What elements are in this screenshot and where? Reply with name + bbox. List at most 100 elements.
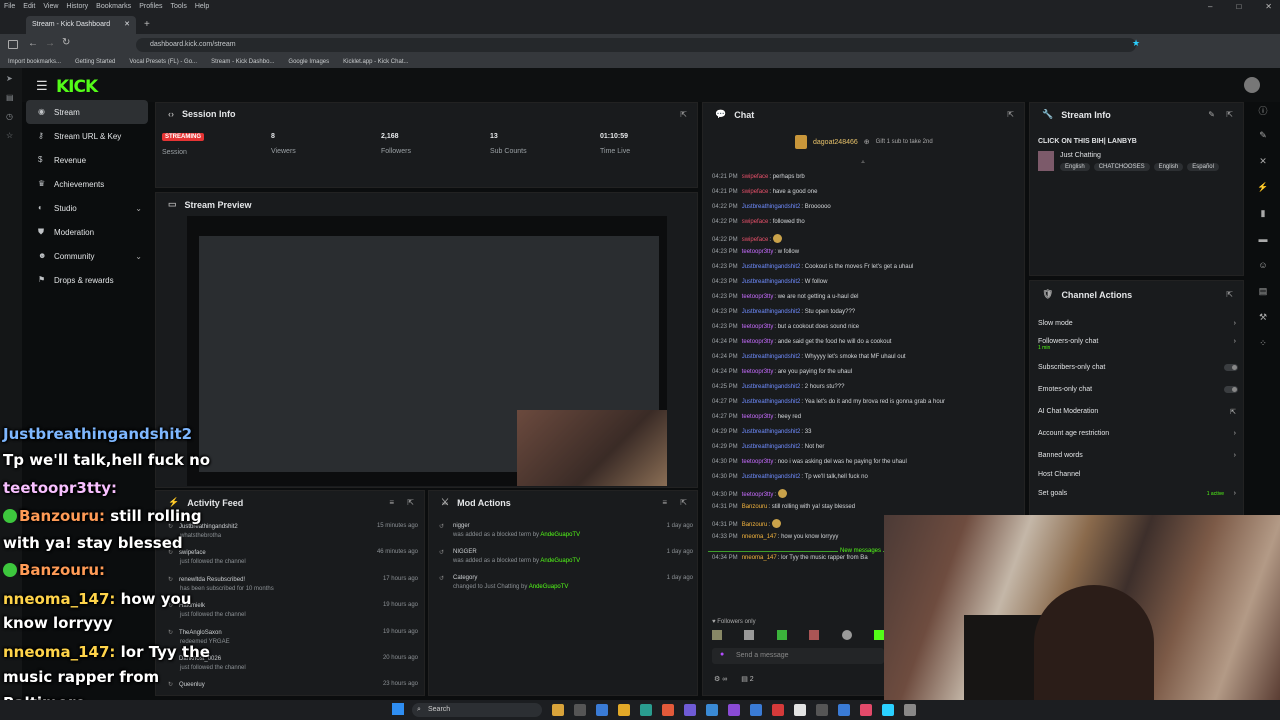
chat-username[interactable]: teetoopr3tty	[742, 492, 774, 498]
more-icon[interactable]: ⁘	[1257, 338, 1269, 350]
sidebar-item-drops-rewards[interactable]: ⚑ Drops & rewards	[22, 268, 152, 292]
chat-username[interactable]: teetoopr3tty	[742, 369, 774, 375]
bookmark-icon[interactable]: ▤	[6, 93, 16, 103]
stream-preview-video[interactable]	[187, 216, 667, 486]
chat-username[interactable]: Banzouru	[742, 504, 768, 510]
chat-username[interactable]: swipeface	[742, 219, 769, 225]
user-icon[interactable]: ☺	[1257, 260, 1269, 272]
pencil-icon[interactable]: ✎	[1257, 130, 1269, 142]
activity-row[interactable]: ↻ swipeface 46 minutes ago just followed th…	[168, 549, 418, 565]
chat-message[interactable]: 04:23 PM Justbreathingandshit2: W follow	[712, 279, 827, 285]
menu-item[interactable]: View	[43, 3, 58, 10]
chat-message[interactable]: 04:30 PM teetoopr3tty: noo i was asking d…	[712, 459, 907, 465]
taskbar-app-icon[interactable]	[728, 704, 740, 716]
taskbar-app-icon[interactable]	[662, 704, 674, 716]
settings-icon[interactable]: ⚙ ∞	[714, 675, 727, 683]
star-icon[interactable]: ★	[1132, 38, 1140, 49]
taskbar-app-icon[interactable]	[706, 704, 718, 716]
pin-icon[interactable]: ⩡	[861, 159, 865, 167]
chevron-down-icon[interactable]: ⌄	[135, 252, 142, 261]
popout-icon[interactable]: ⇱	[1226, 290, 1233, 299]
chat-username[interactable]: Justbreathingandshit2	[742, 384, 801, 390]
channel-action-ai-chat-moderation[interactable]: AI Chat Moderation ⇱	[1038, 408, 1238, 416]
reload-icon[interactable]: ↻	[62, 37, 70, 48]
chat-message[interactable]: 04:21 PM swipeface: have a good one	[712, 189, 817, 195]
mod-action-row[interactable]: ↺ nigger 1 day ago was added as a blocked t…	[439, 523, 693, 538]
taskbar-app-icon[interactable]	[596, 704, 608, 716]
tag-chip[interactable]: English	[1060, 163, 1090, 171]
arrow-icon[interactable]: ➤	[6, 74, 16, 84]
bookmark-item[interactable]: Stream - Kick Dashbo...	[211, 59, 274, 65]
chat-username[interactable]: nneoma_147	[742, 534, 777, 540]
chat-message[interactable]: 04:34 PM nneoma_147: lor Tyy the music ra…	[712, 555, 868, 561]
bookmark-item[interactable]: Vocal Presets (FL) - Go...	[129, 59, 197, 65]
chat-username[interactable]: nneoma_147	[742, 555, 777, 561]
chat-message[interactable]: 04:22 PM swipeface:	[712, 234, 782, 243]
popout-icon[interactable]: ⇱	[1007, 110, 1014, 119]
toggle-switch[interactable]	[1224, 364, 1238, 371]
moderator-link[interactable]: AndeGuapoTV	[529, 584, 569, 590]
channel-action-set-goals[interactable]: Set goals 1 active ›	[1038, 490, 1238, 497]
forward-icon[interactable]: →	[45, 38, 55, 49]
sidebar-toggle-icon[interactable]	[8, 40, 18, 49]
wrench-icon[interactable]: ⚒	[1257, 312, 1269, 324]
bookmark-item[interactable]: Kicklet.app - Kick Chat...	[343, 59, 408, 65]
browser-tab[interactable]: Stream - Kick Dashboard ✕	[26, 16, 136, 34]
taskbar-app-icon[interactable]	[684, 704, 696, 716]
close-icon[interactable]: ✕	[1265, 2, 1272, 11]
chat-message[interactable]: 04:23 PM teetoopr3tty: w follow	[712, 249, 799, 255]
kick-logo[interactable]: KICK	[56, 77, 98, 97]
chat-username[interactable]: Justbreathingandshit2	[742, 354, 801, 360]
channel-action-host-channel[interactable]: Host Channel	[1038, 471, 1238, 478]
url-field[interactable]: dashboard.kick.com/stream	[136, 38, 1136, 52]
chat-message[interactable]: 04:23 PM Justbreathingandshit2: Cookout i…	[712, 264, 913, 270]
taskbar-app-icon[interactable]	[574, 704, 586, 716]
taskbar-app-icon[interactable]	[794, 704, 806, 716]
chat-username[interactable]: teetoopr3tty	[742, 339, 774, 345]
filter-icon[interactable]: ≡	[662, 498, 667, 507]
avatar[interactable]	[1244, 77, 1260, 93]
tag-chip[interactable]: English	[1153, 163, 1184, 171]
taskbar-app-icon[interactable]	[772, 704, 784, 716]
viewer-list[interactable]: ▤ 2	[741, 675, 753, 683]
chat-icon[interactable]: ▬	[1257, 234, 1269, 246]
sidebar-item-moderation[interactable]: ⛊ Moderation	[22, 220, 152, 244]
chat-username[interactable]: teetoopr3tty	[742, 294, 774, 300]
taskbar-app-icon[interactable]	[640, 704, 652, 716]
menu-item[interactable]: Tools	[171, 3, 187, 10]
menu-item[interactable]: Profiles	[139, 3, 162, 10]
new-tab-icon[interactable]: +	[144, 19, 150, 30]
chat-message[interactable]: 04:29 PM Justbreathingandshit2: 33	[712, 429, 811, 435]
popout-icon[interactable]: ⇱	[680, 498, 687, 507]
close-icon[interactable]: ✕	[1257, 156, 1269, 168]
chat-username[interactable]: Justbreathingandshit2	[742, 429, 801, 435]
menu-item[interactable]: Bookmarks	[96, 3, 131, 10]
channel-action-banned-words[interactable]: Banned words ›	[1038, 452, 1238, 459]
chevron-down-icon[interactable]: ⌄	[135, 204, 142, 213]
category-name[interactable]: Just Chatting	[1060, 152, 1101, 159]
chat-username[interactable]: Justbreathingandshit2	[742, 309, 801, 315]
sidebar-item-stream-url-key[interactable]: ⚷ Stream URL & Key	[22, 124, 152, 148]
chat-username[interactable]: teetoopr3tty	[742, 324, 774, 330]
emote-icon[interactable]	[712, 630, 722, 640]
taskbar-app-icon[interactable]	[750, 704, 762, 716]
sidebar-item-community[interactable]: ☻ Community ⌄	[22, 244, 152, 268]
history-icon[interactable]: ◷	[6, 112, 16, 122]
emote-icon[interactable]	[776, 630, 787, 640]
menu-item[interactable]: Edit	[23, 3, 35, 10]
sidebar-item-achievements[interactable]: ♛ Achievements	[22, 172, 152, 196]
maximize-icon[interactable]: □	[1236, 2, 1241, 11]
menu-item[interactable]: History	[66, 3, 88, 10]
emote-icon[interactable]	[873, 630, 884, 640]
filter-icon[interactable]: ≡	[389, 498, 394, 507]
activity-row[interactable]: ↻ Hakimielk 19 hours ago just followed the …	[168, 602, 418, 618]
chat-username[interactable]: Justbreathingandshit2	[742, 264, 801, 270]
chat-message[interactable]: 04:22 PM swipeface: followed tho	[712, 219, 805, 225]
chat-username[interactable]: swipeface	[742, 237, 769, 243]
taskbar-app-icon[interactable]	[904, 704, 916, 716]
back-icon[interactable]: ←	[28, 38, 38, 49]
taskbar-app-icon[interactable]	[552, 704, 564, 716]
chat-username[interactable]: teetoopr3tty	[742, 459, 774, 465]
chat-message[interactable]: 04:31 PM Banzouru:	[712, 519, 781, 528]
chat-username[interactable]: swipeface	[742, 174, 769, 180]
